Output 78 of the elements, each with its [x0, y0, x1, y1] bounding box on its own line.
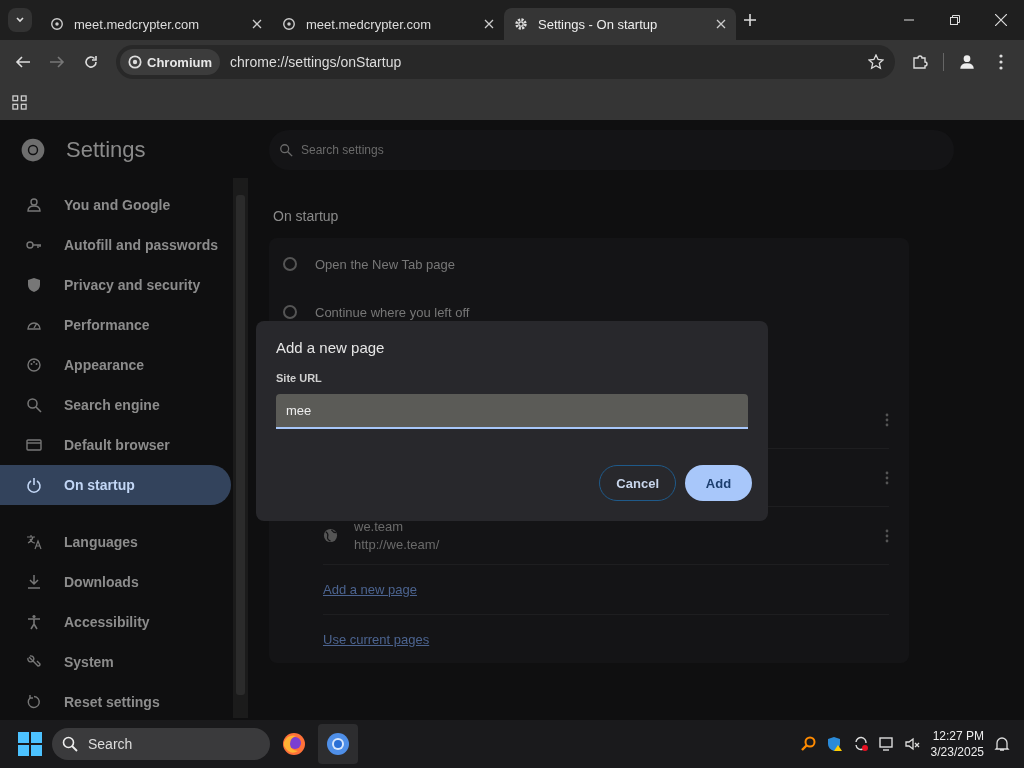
search-field[interactable]: Search settings: [269, 130, 954, 170]
sidebar-icon: [26, 357, 42, 373]
browser-tab[interactable]: Settings - On startup: [504, 8, 736, 40]
sidebar-item[interactable]: Languages: [0, 522, 231, 562]
apps-icon[interactable]: [12, 94, 27, 110]
settings-title: Settings: [66, 137, 146, 163]
sidebar-item[interactable]: Reset settings: [0, 682, 231, 722]
sidebar-item[interactable]: You and Google: [0, 185, 231, 225]
sidebar-item[interactable]: Default browser: [0, 425, 231, 465]
more-icon[interactable]: [885, 470, 889, 485]
browser-tab[interactable]: meet.medcrypter.com: [272, 8, 504, 40]
sidebar-item[interactable]: Performance: [0, 305, 231, 345]
field-label: Site URL: [276, 372, 323, 384]
sidebar-icon: [26, 574, 42, 590]
tab-search-button[interactable]: [8, 8, 32, 32]
monitor-icon: [878, 736, 895, 752]
text-link[interactable]: Use current pages: [323, 615, 889, 664]
sidebar-item[interactable]: Autofill and passwords: [0, 225, 231, 265]
plus-icon: [744, 14, 756, 26]
taskbar-search-field[interactable]: Search: [52, 728, 270, 760]
restore-icon: [950, 15, 960, 25]
radio-button[interactable]: [283, 305, 297, 319]
globe-icon: [282, 17, 296, 31]
site-chip[interactable]: Chromium: [120, 49, 220, 75]
browser-tab[interactable]: meet.medcrypter.com: [40, 8, 272, 40]
dialog-title: Add a new page: [276, 339, 386, 356]
sidebar-icon: [26, 534, 42, 550]
chevron-down-icon: [15, 15, 25, 25]
radio-button[interactable]: [283, 257, 297, 271]
option-label: Continue where you left off: [315, 304, 470, 320]
option-label: Open the New Tab page: [315, 256, 455, 272]
sidebar-icon: [26, 197, 42, 213]
globe-icon: [323, 528, 338, 543]
sidebar-item[interactable]: Downloads: [0, 562, 231, 602]
url-input-field[interactable]: mee: [276, 394, 748, 429]
sidebar-item[interactable]: Search engine: [0, 385, 231, 425]
close-icon[interactable]: [716, 19, 726, 29]
back-arrow-icon: [15, 54, 31, 70]
search-icon: [279, 143, 293, 157]
globe-icon: [50, 17, 64, 31]
sidebar-icon: [26, 614, 42, 630]
sidebar-item[interactable]: Appearance: [0, 345, 231, 385]
search-icon: [800, 736, 817, 752]
add-button[interactable]: Add: [685, 465, 752, 501]
speaker-muted-icon: [904, 736, 921, 752]
text-link[interactable]: Add a new page: [323, 565, 889, 615]
close-icon[interactable]: [484, 19, 494, 29]
forward-arrow-icon: [49, 54, 65, 70]
sidebar-icon: [26, 397, 42, 413]
close-icon[interactable]: [252, 19, 262, 29]
shield-warning-icon: [826, 736, 843, 752]
sidebar-icon: [26, 437, 42, 453]
sidebar-item[interactable]: On startup: [0, 465, 231, 505]
sidebar-icon: [26, 277, 42, 293]
sidebar-icon: [26, 654, 42, 670]
sidebar-icon: [26, 477, 42, 493]
sync-icon: [852, 736, 869, 752]
chromium-logo-icon: [128, 55, 142, 69]
chromium-app-icon[interactable]: [318, 724, 358, 764]
close-icon: [995, 14, 1007, 26]
sidebar-item[interactable]: Accessibility: [0, 602, 231, 642]
reload-icon: [83, 54, 99, 70]
gear-icon: [514, 17, 528, 31]
sidebar-icon: [26, 694, 42, 710]
section-title: On startup: [273, 208, 340, 224]
more-icon[interactable]: [885, 528, 889, 543]
page-name: we.team: [354, 519, 405, 534]
clock-date[interactable]: 3/23/2025: [930, 745, 984, 759]
search-icon: [62, 736, 78, 752]
sidebar-item[interactable]: Privacy and security: [0, 265, 231, 305]
sidebar-item[interactable]: System: [0, 642, 231, 682]
clock-time[interactable]: 12:27 PM: [932, 729, 984, 743]
windows-start-icon[interactable]: [18, 732, 42, 756]
page-url: http://we.team/: [354, 537, 440, 552]
chromium-logo-icon: [20, 137, 46, 163]
bell-icon: [994, 736, 1010, 752]
more-icon[interactable]: [885, 412, 889, 427]
address-text[interactable]: chrome://settings/onStartup: [230, 54, 851, 70]
